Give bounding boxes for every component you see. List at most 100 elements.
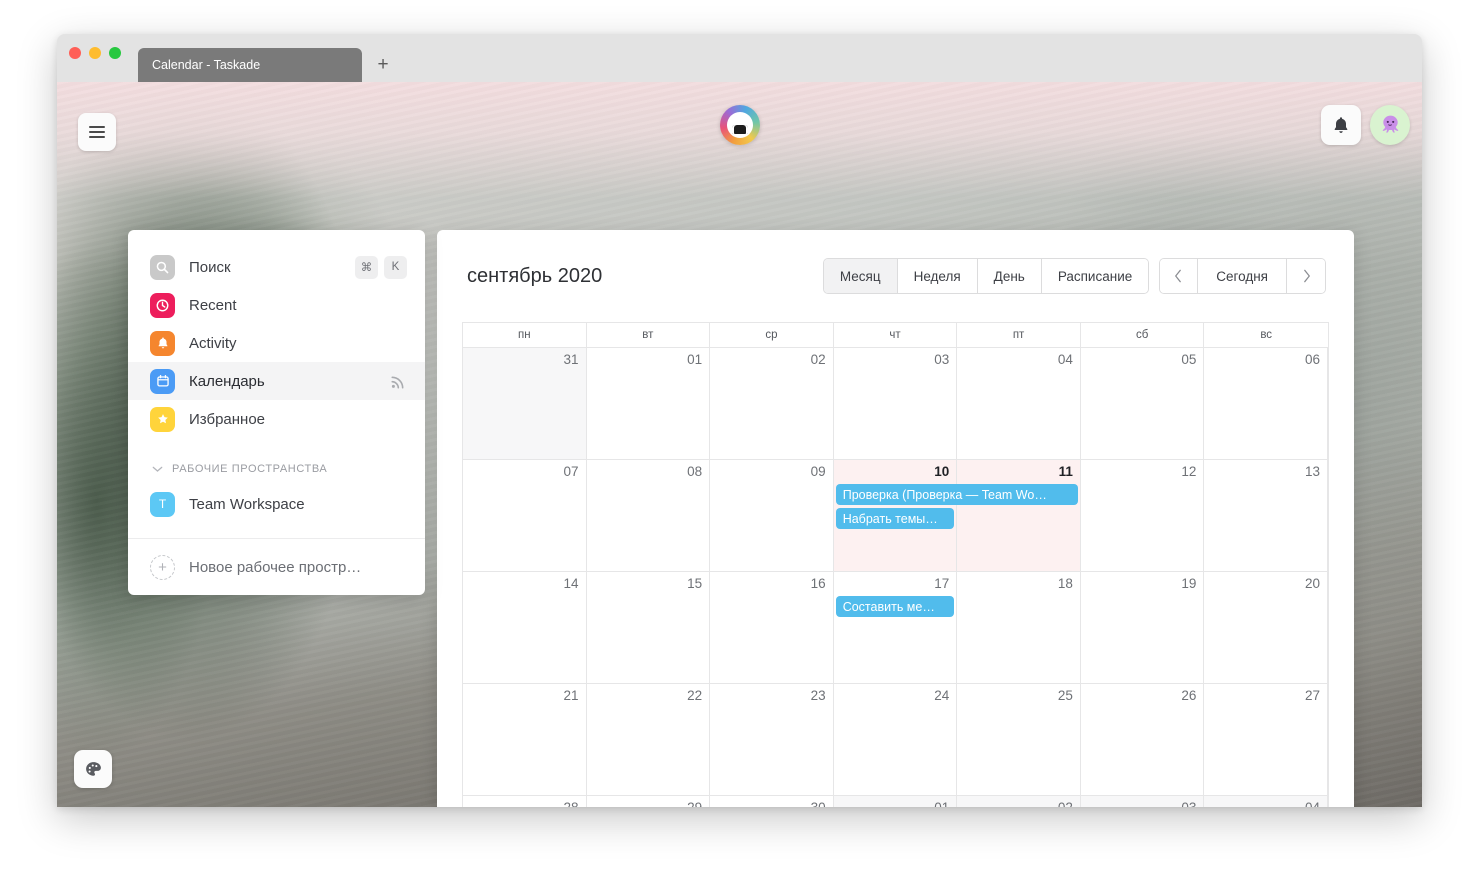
calendar-day-cell[interactable]: 29 bbox=[587, 796, 711, 807]
day-number: 14 bbox=[563, 576, 579, 591]
sidebar-item-favorites[interactable]: Избранное bbox=[128, 400, 425, 438]
day-number: 22 bbox=[687, 688, 703, 703]
calendar-day-cell[interactable]: 22 bbox=[587, 684, 711, 795]
day-number: 03 bbox=[934, 352, 950, 367]
workspace-label: Team Workspace bbox=[189, 495, 305, 513]
day-number: 11 bbox=[1058, 464, 1073, 479]
search-shortcut: ⌘ K bbox=[355, 255, 407, 279]
sidebar-item-recent[interactable]: Recent bbox=[128, 286, 425, 324]
calendar-day-cell[interactable]: 27 bbox=[1204, 684, 1328, 795]
browser-tab[interactable]: Calendar - Taskade bbox=[138, 48, 362, 82]
sidebar-item-calendar[interactable]: Календарь bbox=[128, 362, 425, 400]
close-window-button[interactable] bbox=[69, 47, 81, 59]
weekday-header-row: пн вт ср чт пт сб вс bbox=[463, 323, 1328, 348]
weekday-header: ср bbox=[710, 323, 834, 347]
calendar-day-cell[interactable]: 21 bbox=[463, 684, 587, 795]
calendar-day-cell[interactable]: 09 bbox=[710, 460, 834, 571]
workspaces-section-header[interactable]: РАБОЧИЕ ПРОСТРАНСТВА bbox=[128, 454, 425, 484]
calendar-day-cell[interactable]: 02 bbox=[710, 348, 834, 459]
calendar-day-cell[interactable]: 05 bbox=[1081, 348, 1205, 459]
calendar-day-cell[interactable]: 30 bbox=[710, 796, 834, 807]
hamburger-menu-button[interactable] bbox=[78, 113, 116, 151]
day-number: 04 bbox=[1057, 352, 1073, 367]
taskade-logo-icon[interactable] bbox=[719, 105, 760, 145]
weekday-header: вс bbox=[1260, 329, 1273, 341]
day-number: 07 bbox=[563, 464, 579, 479]
notifications-button[interactable] bbox=[1321, 105, 1361, 145]
maximize-window-button[interactable] bbox=[109, 47, 121, 59]
calendar-day-cell[interactable]: 20 bbox=[1204, 572, 1328, 683]
day-number: 16 bbox=[810, 576, 826, 591]
day-number: 01 bbox=[687, 352, 703, 367]
calendar-day-cell[interactable]: 13 bbox=[1204, 460, 1328, 571]
calendar-day-cell[interactable]: 14 bbox=[463, 572, 587, 683]
calendar-day-cell[interactable]: 12 bbox=[1081, 460, 1205, 571]
calendar-day-cell[interactable]: 17 bbox=[834, 572, 958, 683]
bell-icon bbox=[150, 330, 175, 356]
sidebar-item-label: Календарь bbox=[189, 372, 265, 390]
calendar-event-chip[interactable]: Набрать темы… bbox=[835, 508, 955, 529]
calendar-day-cell[interactable]: 25 bbox=[957, 684, 1081, 795]
calendar-day-cell[interactable]: 15 bbox=[587, 572, 711, 683]
calendar-day-cell[interactable]: 28 bbox=[463, 796, 587, 807]
weekday-header: пт bbox=[957, 323, 1081, 347]
next-period-button[interactable] bbox=[1287, 259, 1325, 293]
calendar-week-row: 14 15 16 17 18 19 20 Составить ме… bbox=[463, 572, 1328, 684]
day-number: 02 bbox=[810, 352, 826, 367]
calendar-day-cell[interactable]: 02 bbox=[957, 796, 1081, 807]
rss-icon[interactable] bbox=[390, 373, 407, 390]
browser-tab-bar: Calendar - Taskade + bbox=[57, 34, 1422, 82]
calendar-day-cell[interactable]: 03 bbox=[834, 348, 958, 459]
calendar-day-cell[interactable]: 31 bbox=[463, 348, 587, 459]
previous-period-button[interactable] bbox=[1160, 259, 1199, 293]
weekday-header: вт bbox=[587, 323, 711, 347]
day-number: 04 bbox=[1204, 801, 1320, 807]
day-number: 05 bbox=[1181, 352, 1197, 367]
day-number: 27 bbox=[1304, 688, 1320, 703]
calendar-week-row: 21 22 23 24 25 26 27 bbox=[463, 684, 1328, 796]
app-viewport: Поиск ⌘ K Recent Activity Календарь Избр… bbox=[57, 82, 1422, 807]
today-button[interactable]: Сегодня bbox=[1198, 259, 1287, 293]
calendar-day-cell[interactable]: 07 bbox=[463, 460, 587, 571]
calendar-event-chip[interactable]: Проверка (Проверка — Team Wo… bbox=[835, 484, 1078, 505]
calendar-day-cell[interactable]: 23 bbox=[710, 684, 834, 795]
calendar-panel: сентябрь 2020 Месяц Неделя День Расписан… bbox=[437, 230, 1354, 807]
view-button-agenda[interactable]: Расписание bbox=[1041, 259, 1149, 293]
calendar-day-cell[interactable]: 03 bbox=[1080, 796, 1205, 807]
day-number: 30 bbox=[710, 801, 826, 807]
calendar-day-cell[interactable]: 11 bbox=[957, 460, 1081, 571]
calendar-day-cell[interactable]: 19 bbox=[1081, 572, 1205, 683]
calendar-day-cell[interactable]: 01 bbox=[833, 796, 958, 807]
bell-icon bbox=[1334, 116, 1348, 133]
calendar-day-cell[interactable]: 18 bbox=[957, 572, 1081, 683]
user-avatar[interactable] bbox=[1370, 105, 1410, 145]
chevron-down-icon bbox=[150, 465, 164, 473]
sidebar-item-search[interactable]: Поиск ⌘ K bbox=[128, 248, 425, 286]
view-button-month[interactable]: Месяц bbox=[823, 259, 898, 293]
day-number: 20 bbox=[1304, 576, 1320, 591]
calendar-day-cell[interactable]: 08 bbox=[587, 460, 711, 571]
new-workspace-button[interactable]: + Новое рабочее простр… bbox=[128, 539, 425, 595]
minimize-window-button[interactable] bbox=[89, 47, 101, 59]
view-switcher: Месяц Неделя День Расписание bbox=[822, 258, 1150, 294]
sidebar-workspace-team[interactable]: T Team Workspace bbox=[128, 484, 425, 524]
calendar-day-cell[interactable]: 04 bbox=[957, 348, 1081, 459]
view-button-week[interactable]: Неделя bbox=[897, 259, 978, 293]
view-button-day[interactable]: День bbox=[977, 259, 1042, 293]
calendar-day-cell[interactable]: 04 bbox=[1204, 796, 1328, 807]
calendar-day-cell[interactable]: 26 bbox=[1081, 684, 1205, 795]
calendar-day-cell[interactable]: 24 bbox=[834, 684, 958, 795]
day-number: 13 bbox=[1304, 464, 1320, 479]
calendar-day-cell[interactable]: 01 bbox=[587, 348, 711, 459]
calendar-day-cell[interactable]: 16 bbox=[710, 572, 834, 683]
new-tab-button[interactable]: + bbox=[368, 49, 398, 79]
sidebar-item-label: Поиск bbox=[189, 258, 231, 276]
calendar-event-chip[interactable]: Составить ме… bbox=[835, 596, 955, 617]
chevron-left-icon bbox=[1175, 269, 1182, 283]
app-top-bar bbox=[57, 82, 1422, 174]
theme-palette-button[interactable] bbox=[74, 750, 112, 788]
calendar-day-cell[interactable]: 06 bbox=[1204, 348, 1328, 459]
plus-icon: + bbox=[150, 554, 175, 580]
browser-window: Calendar - Taskade + Поиск ⌘ K Recent Ac… bbox=[57, 34, 1422, 807]
sidebar-item-activity[interactable]: Activity bbox=[128, 324, 425, 362]
